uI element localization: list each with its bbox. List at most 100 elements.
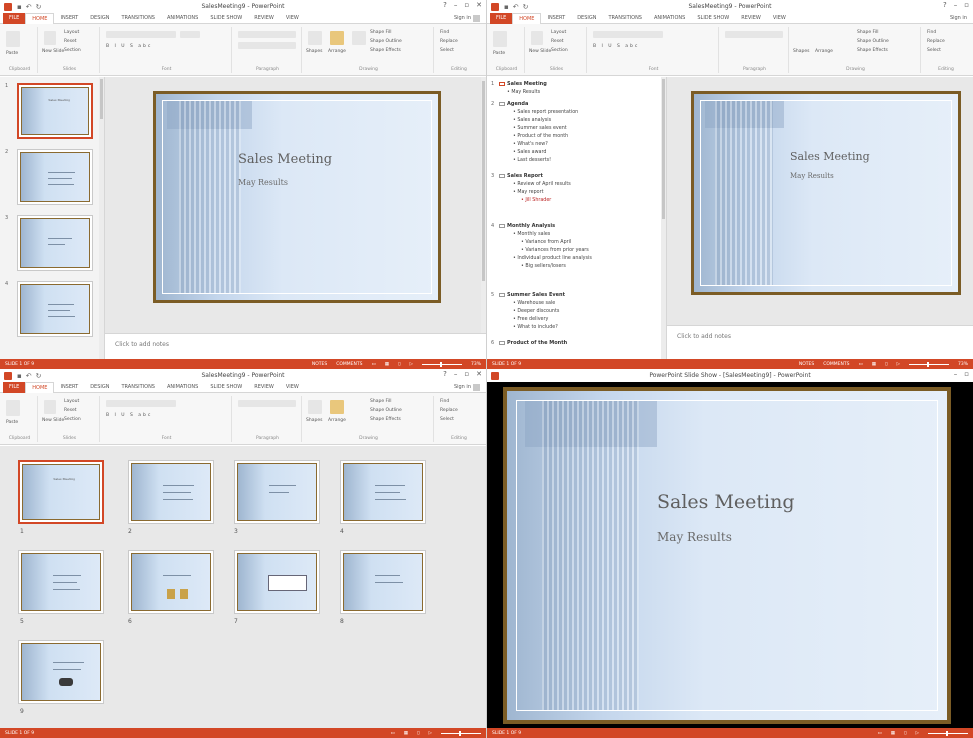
- shapes-button[interactable]: Shapes: [306, 418, 322, 423]
- replace-button[interactable]: Replace: [440, 408, 458, 413]
- shape-fill-button[interactable]: Shape Fill: [857, 30, 879, 35]
- outline-bullet[interactable]: • Last desserts!: [513, 158, 551, 163]
- notes-pane[interactable]: Click to add notes: [667, 325, 973, 359]
- tab-slide-show[interactable]: SLIDE SHOW: [204, 15, 248, 21]
- normal-view-icon[interactable]: ▭: [391, 731, 395, 736]
- shape-outline-button[interactable]: Shape Outline: [370, 39, 402, 44]
- maximize-icon[interactable]: ▫: [964, 370, 969, 378]
- outline-bullet[interactable]: • What to include?: [513, 325, 558, 330]
- tab-view[interactable]: VIEW: [280, 15, 305, 21]
- outline-pane[interactable]: 1 Sales Meeting • May Results 2 Agenda • S…: [487, 77, 667, 359]
- list-buttons[interactable]: [238, 31, 296, 38]
- outline-bullet[interactable]: • Product of the month: [513, 134, 568, 139]
- shapes-button[interactable]: Shapes: [793, 49, 809, 54]
- paste-icon[interactable]: [6, 400, 20, 416]
- shapes-icon[interactable]: [308, 31, 322, 45]
- maximize-icon[interactable]: ▫: [964, 1, 969, 9]
- shape-outline-button[interactable]: Shape Outline: [857, 39, 889, 44]
- minimize-icon[interactable]: –: [954, 370, 958, 378]
- slide-fullscreen[interactable]: Sales Meeting May Results: [503, 387, 951, 724]
- reading-view-icon[interactable]: ▯: [417, 731, 419, 736]
- tab-insert[interactable]: INSERT: [54, 15, 84, 21]
- shapes-button[interactable]: Shapes: [306, 49, 322, 54]
- slide-thumbnail-1[interactable]: Sales Meeting: [17, 83, 93, 139]
- slide-thumbnail-3[interactable]: [17, 215, 93, 271]
- avatar[interactable]: [473, 383, 480, 391]
- normal-view-icon[interactable]: ▭: [878, 731, 882, 736]
- reading-view-icon[interactable]: ▯: [398, 362, 400, 367]
- select-button[interactable]: Select: [440, 48, 454, 53]
- tab-design[interactable]: DESIGN: [84, 384, 115, 390]
- outline-bullet[interactable]: • Jill Shrader: [521, 198, 551, 203]
- font-name-dropdown[interactable]: [106, 400, 176, 407]
- close-icon[interactable]: ✕: [476, 370, 482, 378]
- tab-file[interactable]: FILE: [3, 381, 26, 393]
- notes-button[interactable]: NOTES: [799, 362, 814, 367]
- slideshow-view-icon[interactable]: ▷: [410, 362, 413, 367]
- redo-icon[interactable]: ↻: [36, 3, 42, 11]
- layout-button[interactable]: Layout: [551, 30, 566, 35]
- comments-button[interactable]: COMMENTS: [336, 362, 362, 367]
- help-icon[interactable]: ?: [943, 1, 947, 9]
- tab-design[interactable]: DESIGN: [84, 15, 115, 21]
- new-slide-icon[interactable]: [44, 31, 56, 45]
- notes-button[interactable]: NOTES: [312, 362, 327, 367]
- paste-button[interactable]: Paste: [6, 420, 18, 425]
- shapes-icon[interactable]: [308, 400, 322, 414]
- arrange-button[interactable]: Arrange: [328, 49, 346, 54]
- tab-home[interactable]: HOME: [512, 12, 542, 24]
- tab-view[interactable]: VIEW: [767, 15, 792, 21]
- minimize-icon[interactable]: –: [454, 1, 458, 9]
- font-size-dropdown[interactable]: [180, 31, 200, 38]
- sorter-slide-9[interactable]: [18, 640, 104, 704]
- outline-slide-1[interactable]: 1 Sales Meeting: [491, 81, 547, 87]
- outline-bullet[interactable]: • Sales analysis: [513, 118, 551, 123]
- font-name-dropdown[interactable]: [106, 31, 176, 38]
- sign-in-link[interactable]: Sign in: [454, 15, 471, 21]
- find-button[interactable]: Find: [440, 399, 449, 404]
- sorter-slide-8[interactable]: [340, 550, 426, 614]
- outline-slide-4[interactable]: 4 Monthly Analysis: [491, 223, 555, 229]
- minimize-icon[interactable]: –: [954, 1, 958, 9]
- zoom-slider[interactable]: [908, 361, 949, 367]
- reading-view-icon[interactable]: ▯: [904, 731, 906, 736]
- tab-view[interactable]: VIEW: [280, 384, 305, 390]
- outline-bullet[interactable]: • Sales award: [513, 150, 546, 155]
- slide-canvas[interactable]: Sales Meeting May Results: [691, 91, 961, 295]
- slide-title[interactable]: Sales Meeting: [238, 152, 332, 167]
- undo-icon[interactable]: ↶: [26, 372, 32, 380]
- new-slide-button[interactable]: New Slide: [42, 49, 64, 54]
- tab-insert[interactable]: INSERT: [54, 384, 84, 390]
- zoom-level[interactable]: 73%: [471, 362, 481, 367]
- save-icon[interactable]: ▪: [17, 3, 22, 11]
- outline-bullet[interactable]: • Variance from April: [521, 240, 571, 245]
- notes-pane[interactable]: Click to add notes: [105, 333, 486, 359]
- tab-transitions[interactable]: TRANSITIONS: [602, 15, 648, 21]
- normal-view-icon[interactable]: ▭: [859, 362, 863, 367]
- slide-subtitle[interactable]: May Results: [238, 178, 288, 187]
- shape-effects-button[interactable]: Shape Effects: [370, 417, 401, 422]
- arrange-button[interactable]: Arrange: [328, 418, 346, 423]
- tab-design[interactable]: DESIGN: [571, 15, 602, 21]
- section-button[interactable]: Section: [64, 48, 81, 53]
- help-icon[interactable]: ?: [443, 370, 447, 378]
- sorter-view-icon[interactable]: ▦: [891, 731, 895, 736]
- zoom-slider[interactable]: [928, 730, 968, 736]
- outline-bullet[interactable]: • May Results: [507, 90, 540, 95]
- sorter-slide-6[interactable]: [128, 550, 214, 614]
- arrange-icon[interactable]: [330, 400, 344, 414]
- find-button[interactable]: Find: [440, 30, 449, 35]
- slide-thumbnail-4[interactable]: [17, 281, 93, 337]
- normal-view-icon[interactable]: ▭: [372, 362, 376, 367]
- sorter-slide-2[interactable]: [128, 460, 214, 524]
- slideshow-view-icon[interactable]: ▷: [429, 731, 432, 736]
- sorter-slide-5[interactable]: [18, 550, 104, 614]
- tab-transitions[interactable]: TRANSITIONS: [115, 15, 161, 21]
- list-buttons[interactable]: [725, 31, 783, 38]
- select-button[interactable]: Select: [440, 417, 454, 422]
- tab-animations[interactable]: ANIMATIONS: [161, 15, 204, 21]
- align-buttons[interactable]: [238, 42, 296, 49]
- section-button[interactable]: Section: [64, 417, 81, 422]
- tab-file[interactable]: FILE: [490, 12, 513, 24]
- outline-slide-6[interactable]: 6 Product of the Month: [491, 340, 567, 346]
